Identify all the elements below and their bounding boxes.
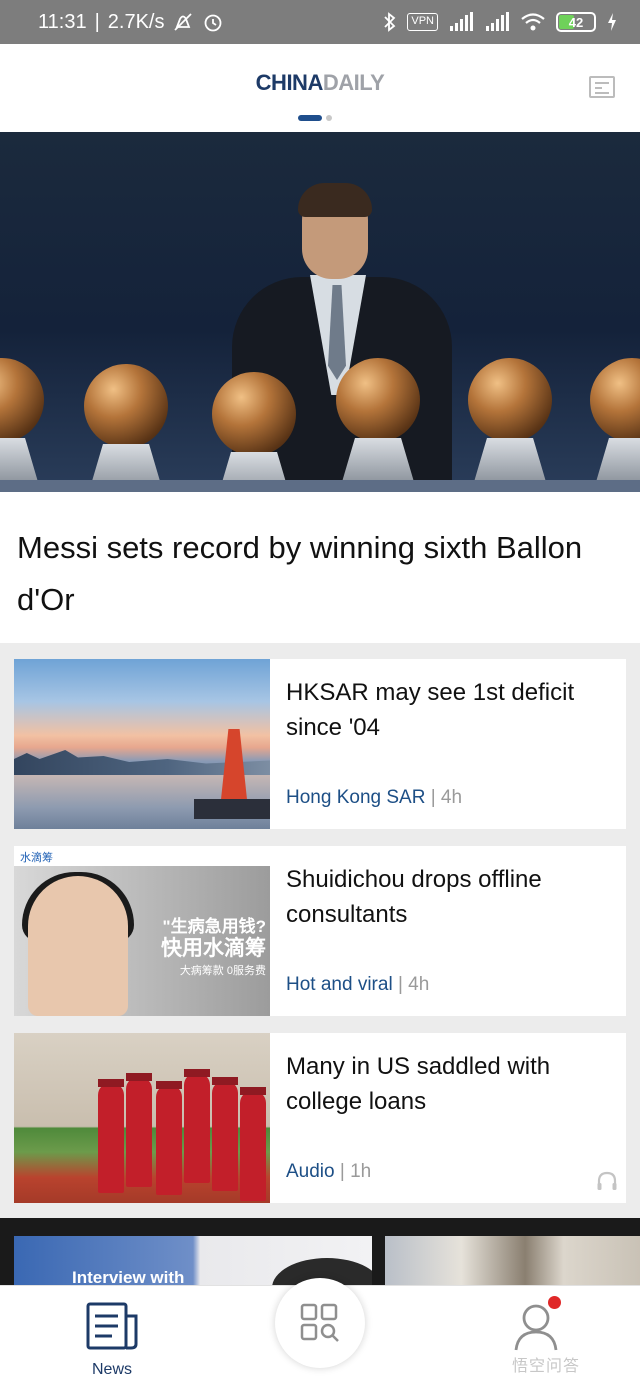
trophy-image [84, 364, 168, 492]
vpn-badge: VPN [407, 13, 438, 31]
trophy-image [212, 372, 296, 492]
trophy-image [336, 358, 420, 488]
grid-search-icon [300, 1303, 339, 1342]
news-thumbnail[interactable] [385, 1236, 640, 1288]
bottom-navigation: News 悟空问答 [0, 1278, 640, 1387]
news-meta: Hot and viral | 4h [286, 974, 429, 996]
alarm-icon [202, 11, 224, 33]
headphone-icon[interactable] [596, 1171, 618, 1191]
newspaper-icon [86, 1302, 138, 1350]
logo-part-china: CHINA [255, 70, 324, 95]
battery-indicator: 42 [556, 12, 596, 32]
news-category[interactable]: Hot and viral [286, 974, 393, 995]
discover-button[interactable] [275, 1278, 365, 1368]
charging-icon [606, 11, 618, 33]
news-title: HKSAR may see 1st deficit since '04 [286, 679, 575, 741]
status-speed: 2.7K/s [107, 10, 165, 33]
ad-line-2: 快用水滴筹 [161, 937, 266, 960]
hero-image[interactable] [0, 132, 640, 492]
news-thumbnail [14, 659, 270, 829]
news-item[interactable]: HKSAR may see 1st deficit since '04 Hong… [14, 659, 626, 829]
trophy-image [0, 358, 44, 488]
carousel-dot [326, 115, 332, 121]
app-screen: 11:31 | 2.7K/s VPN 42 CHINADAILY Messi s… [0, 0, 640, 1387]
meta-separator: | [397, 974, 409, 995]
news-time: 4h [408, 974, 430, 995]
battery-level: 42 [568, 14, 584, 30]
news-thumbnail: 水滴筹 "生病急用钱? 快用水滴筹 大病筹款 0服务费 [14, 846, 270, 1016]
status-separator: | [94, 10, 100, 33]
ad-brand: 水滴筹 [14, 846, 270, 866]
news-category[interactable]: Hong Kong SAR [286, 787, 425, 808]
meta-separator: | [430, 787, 441, 808]
bluetooth-icon [383, 11, 397, 33]
ad-line-3: 大病筹款 0服务费 [179, 965, 266, 977]
news-thumbnail [14, 1033, 270, 1203]
watermark-text: 悟空问答 [512, 1358, 581, 1375]
signal-icon-1 [448, 11, 474, 33]
carousel-indicator [298, 115, 332, 121]
meta-separator: | [339, 1161, 351, 1182]
ad-text: "生病急用钱? 快用水滴筹 大病筹款 0服务费 [161, 916, 266, 982]
status-bar: 11:31 | 2.7K/s VPN 42 [0, 0, 640, 44]
signal-icon-2 [484, 11, 510, 33]
news-category[interactable]: Audio [286, 1161, 335, 1182]
news-meta: Audio | 1h [286, 1161, 371, 1183]
news-time: 1h [350, 1161, 372, 1182]
carousel-dot-active [298, 115, 322, 121]
status-time: 11:31 [38, 10, 87, 33]
trophy-image [468, 358, 552, 488]
news-title: Many in US saddled with college loans [286, 1053, 551, 1115]
china-daily-logo: CHINADAILY [0, 70, 640, 96]
logo-part-daily: DAILY [322, 70, 385, 95]
wifi-icon [520, 11, 546, 33]
news-item[interactable]: Many in US saddled with college loans Au… [14, 1033, 626, 1203]
nav-news-label: News [91, 1361, 132, 1378]
notification-dot [548, 1296, 561, 1309]
nav-news-tab[interactable]: News [80, 1302, 144, 1382]
trophy-image [590, 358, 640, 488]
news-item[interactable]: 水滴筹 "生病急用钱? 快用水滴筹 大病筹款 0服务费 Shuidichou d… [14, 846, 626, 1016]
news-title: Shuidichou drops offline consultants [286, 866, 542, 928]
hero-headline[interactable]: Messi sets record by winning sixth Ballo… [0, 492, 640, 643]
mute-icon [172, 11, 194, 33]
ad-line-1: "生病急用钱? [162, 917, 266, 936]
stage-edge [0, 480, 640, 492]
news-time: 4h [440, 787, 463, 808]
newspaper-menu-icon[interactable] [589, 76, 615, 98]
news-meta: Hong Kong SAR | 4h [286, 787, 462, 809]
app-header: CHINADAILY [0, 44, 640, 132]
